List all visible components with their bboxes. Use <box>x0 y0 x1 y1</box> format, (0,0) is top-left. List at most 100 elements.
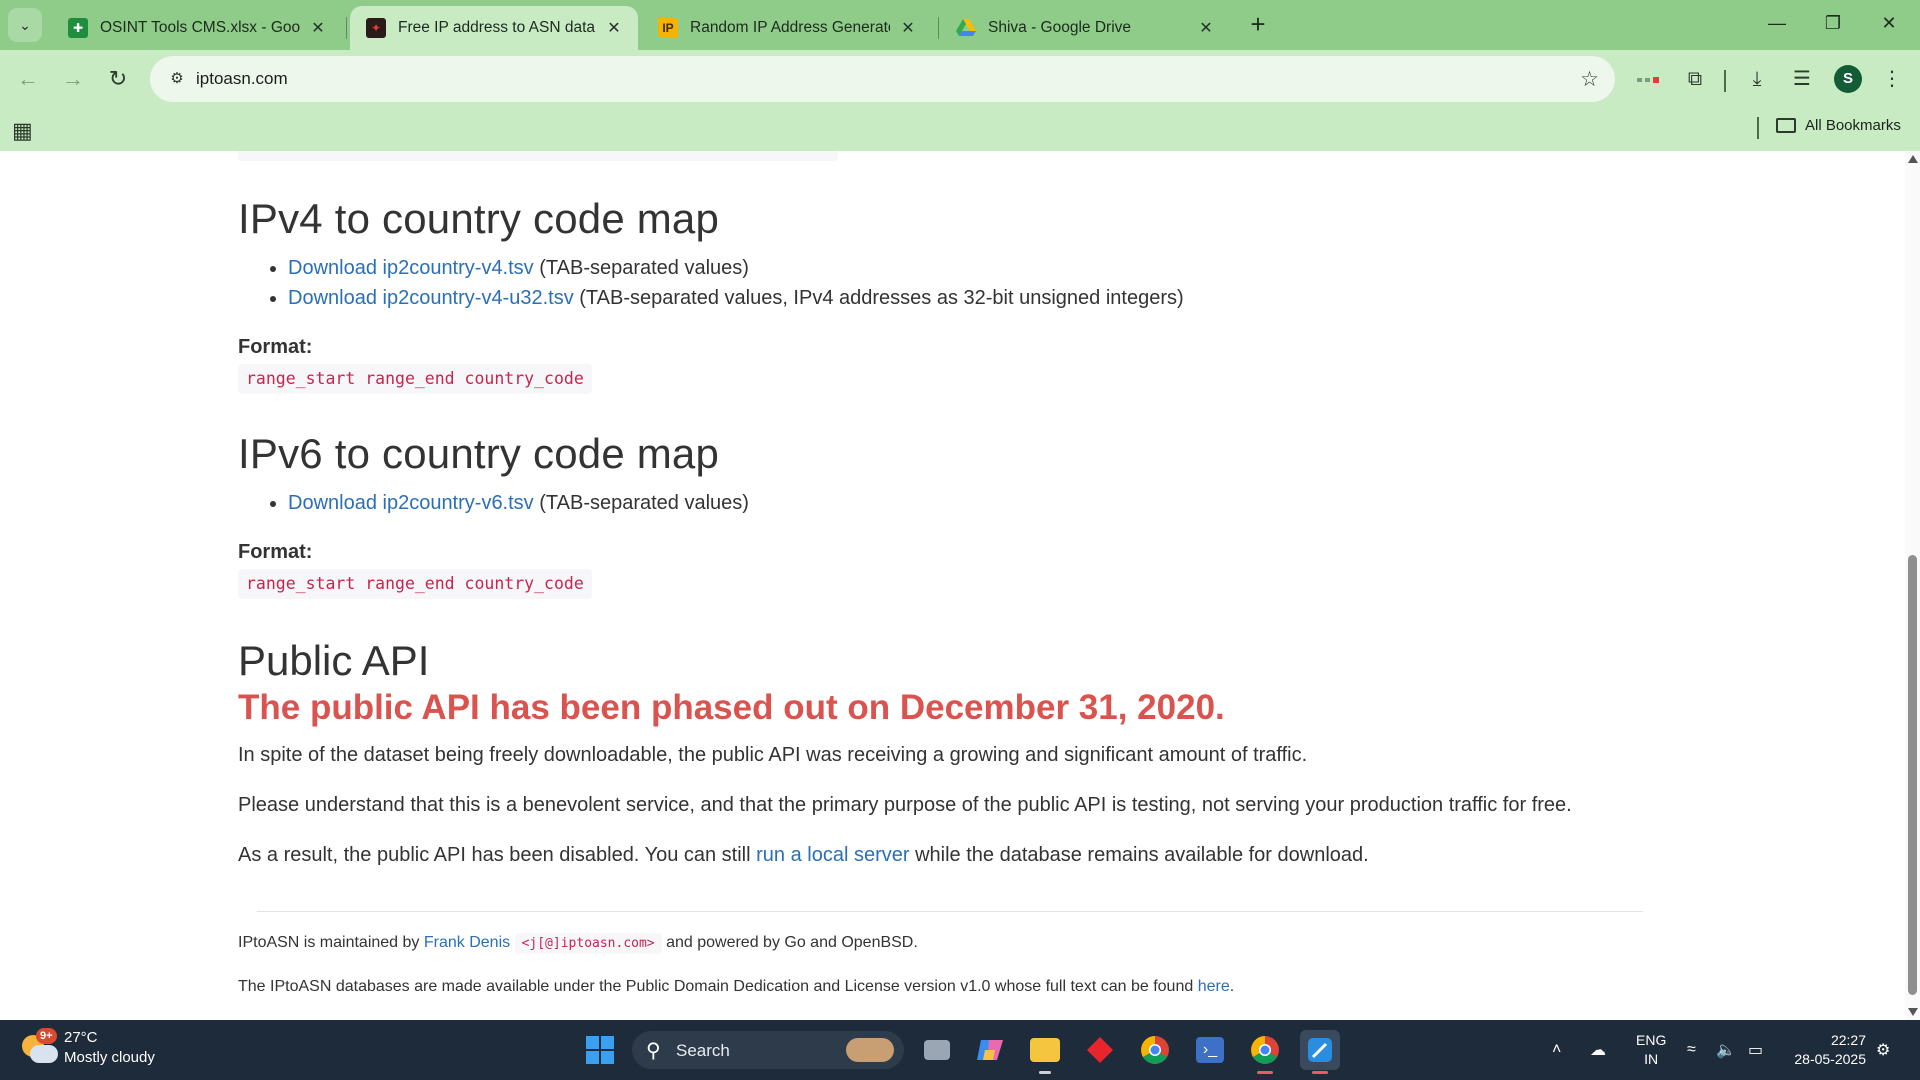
clock-date: 28-05-2025 <box>1794 1051 1866 1067</box>
tab-search-button[interactable]: ⌄ <box>8 8 42 42</box>
chrome-button[interactable] <box>1135 1030 1175 1070</box>
footer-text: . <box>1229 978 1235 995</box>
chrome-profile-button[interactable] <box>1245 1030 1285 1074</box>
format-code: range_start range_end country_code <box>238 569 592 599</box>
battery-status[interactable]: ▭ <box>1748 1020 1763 1080</box>
system-clock[interactable]: 22:27 28-05-2025 <box>1786 1031 1866 1069</box>
url-text[interactable]: iptoasn.com <box>196 69 288 89</box>
tab-osint-tools[interactable]: ✚ OSINT Tools CMS.xlsx - Google ✕ <box>52 6 342 50</box>
minimize-button[interactable]: — <box>1752 8 1802 38</box>
menu-kebab-icon[interactable]: ⋮ <box>1876 63 1908 95</box>
ipv4-heading: IPv4 to country code map <box>238 195 720 242</box>
chrome-icon <box>1251 1036 1279 1064</box>
extensions-puzzle-icon[interactable]: ⧉ <box>1679 63 1711 95</box>
tab-divider <box>938 17 939 39</box>
back-button[interactable]: ← <box>12 63 44 95</box>
site-info-icon[interactable]: ⚙ <box>164 66 190 92</box>
task-view-button[interactable] <box>917 1030 957 1070</box>
cloud-sync-icon: ☁ <box>1590 1042 1606 1059</box>
close-icon[interactable]: ✕ <box>1196 18 1216 38</box>
tab-iptoasn[interactable]: ✦ Free IP address to ASN databas ✕ <box>350 6 638 50</box>
bell-icon: ⚙ <box>1876 1042 1891 1059</box>
download-ip2country-v4-link[interactable]: Download ip2country-v4.tsv <box>288 257 534 279</box>
chevron-up-icon: ˄ <box>1552 1041 1562 1058</box>
app-diamond-button[interactable] <box>1080 1030 1120 1070</box>
show-hidden-icons-button[interactable]: ˄ <box>1552 1020 1561 1080</box>
speaker-icon: 🔈 <box>1716 1042 1736 1059</box>
tab-title: OSINT Tools CMS.xlsx - Google <box>100 19 300 36</box>
new-tab-button[interactable]: + <box>1243 10 1273 40</box>
reload-button[interactable]: ↻ <box>102 63 134 95</box>
file-explorer-button[interactable] <box>1025 1030 1065 1074</box>
notifications-button[interactable]: ⚙ <box>1876 1020 1890 1080</box>
network-status[interactable]: ≈ <box>1687 1020 1696 1080</box>
footer-maintainer: IPtoASN is maintained by Frank Denis <j[… <box>238 933 918 954</box>
scroll-up-arrow-icon[interactable] <box>1908 155 1918 163</box>
bookmark-star-icon[interactable]: ☆ <box>1580 67 1599 92</box>
tab-divider <box>346 17 347 39</box>
list-item-note: (TAB-separated values, IPv4 addresses as… <box>573 287 1184 309</box>
license-here-link[interactable]: here <box>1198 978 1230 995</box>
reload-icon: ↻ <box>108 66 128 91</box>
scrollbar-thumb[interactable] <box>1908 555 1917 995</box>
active-app-button[interactable] <box>1300 1030 1340 1074</box>
paragraph-text: As a result, the public API has been dis… <box>238 844 757 866</box>
weather-condition[interactable]: Mostly cloudy <box>64 1049 155 1066</box>
onedrive-status[interactable]: ☁ <box>1590 1020 1606 1080</box>
extension-pin-icon[interactable] <box>1632 63 1664 95</box>
search-label: Search <box>676 1041 730 1060</box>
drive-icon <box>956 18 976 38</box>
download-icon[interactable]: ⤓ <box>1741 63 1773 95</box>
search-highlight-art <box>846 1038 894 1062</box>
tab-title: Shiva - Google Drive <box>988 19 1132 36</box>
run-local-server-link[interactable]: run a local server <box>756 844 909 866</box>
footer-text: The IPtoASN databases are made available… <box>238 978 1198 995</box>
footer-text: IPtoASN is maintained by <box>238 934 424 951</box>
tab-title: Free IP address to ASN databas <box>398 19 596 36</box>
terminal-icon: ›_ <box>1196 1037 1224 1063</box>
copilot-icon <box>977 1040 1003 1060</box>
tab-google-drive[interactable]: Shiva - Google Drive ✕ <box>940 6 1230 50</box>
close-icon[interactable]: ✕ <box>604 18 624 38</box>
close-window-button[interactable]: ✕ <box>1864 8 1914 38</box>
tab-random-ip[interactable]: IP Random IP Address Generator, ✕ <box>642 6 932 50</box>
apps-grid-icon[interactable]: ▦ <box>12 118 33 144</box>
scroll-down-arrow-icon[interactable] <box>1908 1008 1918 1016</box>
powershell-button[interactable]: ›_ <box>1190 1030 1230 1070</box>
volume-control[interactable]: 🔈 <box>1716 1020 1736 1080</box>
format-label: Format: <box>238 336 313 358</box>
running-indicator <box>1312 1071 1328 1074</box>
wifi-icon: ≈ <box>1687 1041 1696 1058</box>
copilot-button[interactable] <box>970 1030 1010 1070</box>
list-item: Download ip2country-v4.tsv (TAB-separate… <box>288 253 1184 283</box>
frank-denis-link[interactable]: Frank Denis <box>424 934 510 951</box>
profile-avatar[interactable]: S <box>1834 65 1862 93</box>
input-language[interactable]: ENG IN <box>1636 1031 1666 1069</box>
diamond-app-icon <box>1087 1037 1113 1063</box>
page-scrollbar[interactable] <box>1905 151 1920 1020</box>
address-bar[interactable]: ⚙ iptoasn.com ☆ <box>150 56 1615 102</box>
close-icon[interactable]: ✕ <box>308 18 328 38</box>
restore-button[interactable]: ❐ <box>1808 8 1858 38</box>
close-icon[interactable]: ✕ <box>898 18 918 38</box>
language-code: ENG <box>1636 1032 1667 1048</box>
list-item-note: (TAB-separated values) <box>533 492 749 514</box>
download-ip2country-v4-u32-link[interactable]: Download ip2country-v4-u32.tsv <box>288 287 574 309</box>
forward-button[interactable]: → <box>57 63 89 95</box>
download-ip2country-v6-link[interactable]: Download ip2country-v6.tsv <box>288 492 534 514</box>
all-bookmarks-button[interactable]: All Bookmarks <box>1776 117 1901 134</box>
task-view-icon <box>924 1040 950 1060</box>
weather-temperature[interactable]: 27°C <box>64 1029 98 1046</box>
folder-icon <box>1030 1038 1060 1062</box>
api-paragraph-1: In spite of the dataset being freely dow… <box>238 744 1308 766</box>
weather-widget[interactable]: 9+ <box>22 1028 58 1067</box>
taskbar-search[interactable]: ⚲ Search <box>632 1031 904 1069</box>
tab-title: Random IP Address Generator, <box>690 19 890 36</box>
start-button[interactable] <box>580 1030 620 1070</box>
media-control-icon[interactable]: ☰ <box>1786 63 1818 95</box>
ipv6-download-list: Download ip2country-v6.tsv (TAB-separate… <box>288 488 749 518</box>
chevron-down-icon: ⌄ <box>19 16 31 33</box>
footer-divider <box>257 911 1643 912</box>
paragraph-text: while the database remains available for… <box>909 844 1369 866</box>
iptoasn-icon: ✦ <box>366 18 386 38</box>
